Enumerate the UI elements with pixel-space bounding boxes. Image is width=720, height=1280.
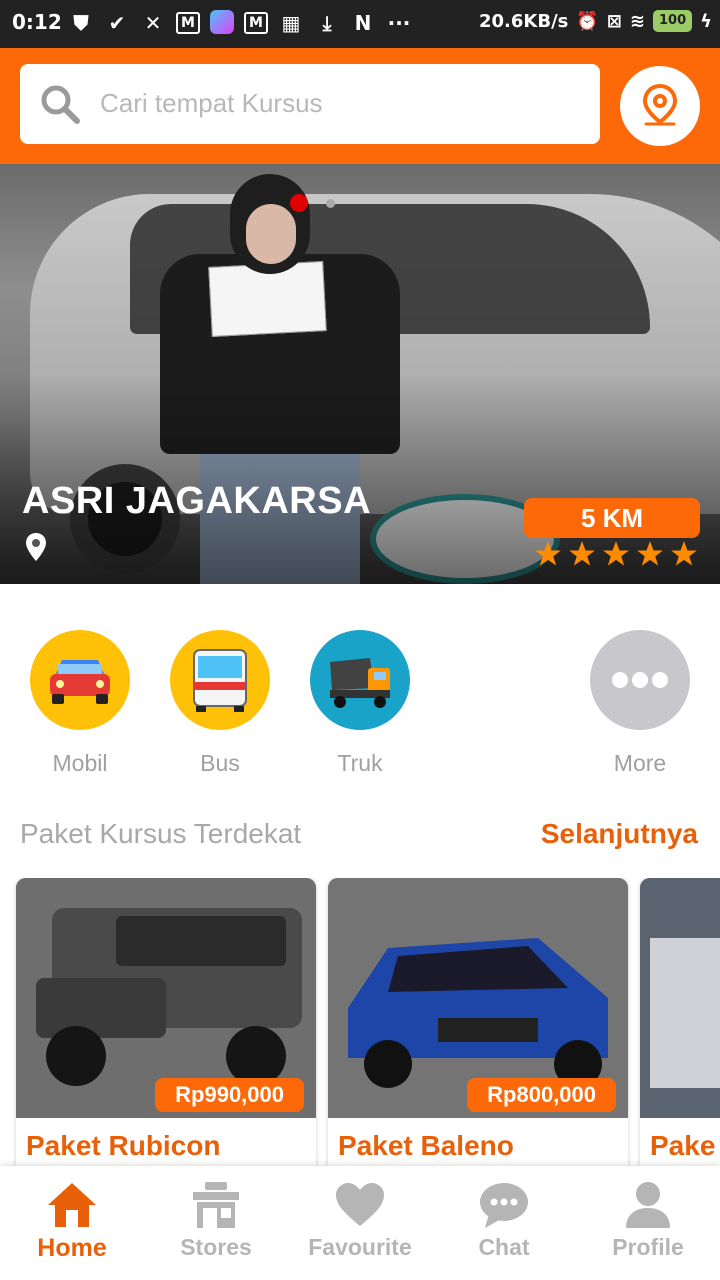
download-icon: ⤓ <box>322 11 332 35</box>
more-icon <box>612 672 668 688</box>
status-right: 20.6KB/s ⏰ ⊠ ≋ 100 ϟ <box>479 10 712 32</box>
charging-icon: ϟ <box>700 10 712 32</box>
x-icon: ✕ <box>144 11 162 35</box>
carousel-indicator-active[interactable] <box>290 194 308 212</box>
grid-icon: ▦ <box>281 11 301 35</box>
package-title: Pake <box>650 1130 716 1161</box>
search-bar[interactable]: Cari tempat Kursus <box>20 64 600 144</box>
wifi-icon: ≋ <box>629 10 645 32</box>
truck-icon <box>330 658 390 708</box>
course-package-list: Rp990,000 Paket Rubicon Rp800,000 Paket … <box>0 878 720 1168</box>
category-circle <box>170 630 270 730</box>
van-image <box>640 878 720 1118</box>
location-pin-icon <box>642 84 678 126</box>
nav-label: Profile <box>612 1234 684 1260</box>
alarm-icon: ⏰ <box>576 10 599 32</box>
star-icon <box>535 541 561 566</box>
category-label: Truk <box>337 750 383 776</box>
star-icon <box>637 541 663 566</box>
gmail-icon: M <box>176 12 200 34</box>
shield-icon: ⛊ <box>73 11 89 35</box>
category-label: More <box>613 750 667 776</box>
distance-badge: 5 KM <box>524 498 700 538</box>
check-circle-icon: ✔ <box>108 11 126 35</box>
price-badge: Rp800,000 <box>467 1078 616 1112</box>
category-circle <box>310 630 410 730</box>
chat-icon <box>480 1183 528 1228</box>
price-badge: Rp990,000 <box>155 1078 304 1112</box>
kite-app-icon <box>210 10 234 34</box>
nav-label: Home <box>37 1234 107 1262</box>
nav-profile[interactable]: Profile <box>576 1180 720 1261</box>
category-bus[interactable]: Bus <box>170 630 270 777</box>
package-title: Paket Baleno <box>338 1130 514 1161</box>
store-icon <box>193 1182 239 1228</box>
category-label: Bus <box>200 750 240 776</box>
sim-icon: ⊠ <box>606 10 622 32</box>
status-time: 0:12 <box>12 10 62 34</box>
location-pin-icon <box>26 533 46 561</box>
nav-chat[interactable]: Chat <box>432 1180 576 1261</box>
battery-icon: 100 <box>652 10 693 32</box>
car-icon <box>50 660 110 704</box>
category-more[interactable]: More <box>590 630 690 777</box>
nav-home[interactable]: Home <box>0 1180 144 1263</box>
nav-label: Chat <box>478 1234 530 1260</box>
section-title: Paket Kursus Terdekat <box>20 818 302 849</box>
status-bar: 0:12 ⛊ ✔ ✕ M M ▦ ⤓ N ··· 20.6KB/s ⏰ ⊠ ≋ … <box>0 0 720 48</box>
net-speed: 20.6KB/s <box>479 10 569 32</box>
search-input[interactable]: Cari tempat Kursus <box>100 88 323 119</box>
category-label: Mobil <box>52 750 108 776</box>
carousel-indicator[interactable] <box>326 199 335 208</box>
heart-icon <box>336 1183 384 1226</box>
category-circle <box>30 630 130 730</box>
star-icon <box>569 541 595 566</box>
more-dots-icon: ··· <box>387 11 411 35</box>
star-icon <box>671 541 697 566</box>
package-card[interactable]: Rp990,000 Paket Rubicon <box>16 878 316 1168</box>
profile-icon <box>626 1182 670 1228</box>
nav-label: Stores <box>180 1234 252 1260</box>
nav-label: Favourite <box>308 1234 412 1260</box>
package-card[interactable]: Pake <box>640 878 720 1168</box>
see-more-link[interactable]: Selanjutnya <box>541 818 698 850</box>
package-image <box>640 878 720 1118</box>
featured-banner[interactable]: ASRI JAGAKARSA 5 KM <box>0 164 720 584</box>
category-row: Mobil Bus Truk More <box>0 630 720 790</box>
gmail-icon: M <box>244 12 268 34</box>
nav-favourite[interactable]: Favourite <box>288 1180 432 1261</box>
package-title: Paket Rubicon <box>26 1130 221 1161</box>
star-icon <box>603 541 629 566</box>
notification-icons: ⛊ ✔ ✕ M M ▦ ⤓ N ··· <box>68 10 412 36</box>
package-card[interactable]: Rp800,000 Paket Baleno <box>328 878 628 1168</box>
category-circle <box>590 630 690 730</box>
bottom-navigation: Home Stores Favourite Chat Profile <box>0 1166 720 1280</box>
category-mobil[interactable]: Mobil <box>30 630 130 777</box>
app-header: Cari tempat Kursus <box>0 48 720 164</box>
rating-stars <box>534 540 698 568</box>
location-button[interactable] <box>620 66 700 146</box>
nav-stores[interactable]: Stores <box>144 1180 288 1261</box>
category-truk[interactable]: Truk <box>310 630 410 777</box>
n-icon: N <box>354 11 372 35</box>
bus-icon <box>193 649 247 712</box>
banner-title: ASRI JAGAKARSA <box>22 480 372 522</box>
search-icon <box>41 85 80 124</box>
home-icon <box>48 1183 96 1227</box>
